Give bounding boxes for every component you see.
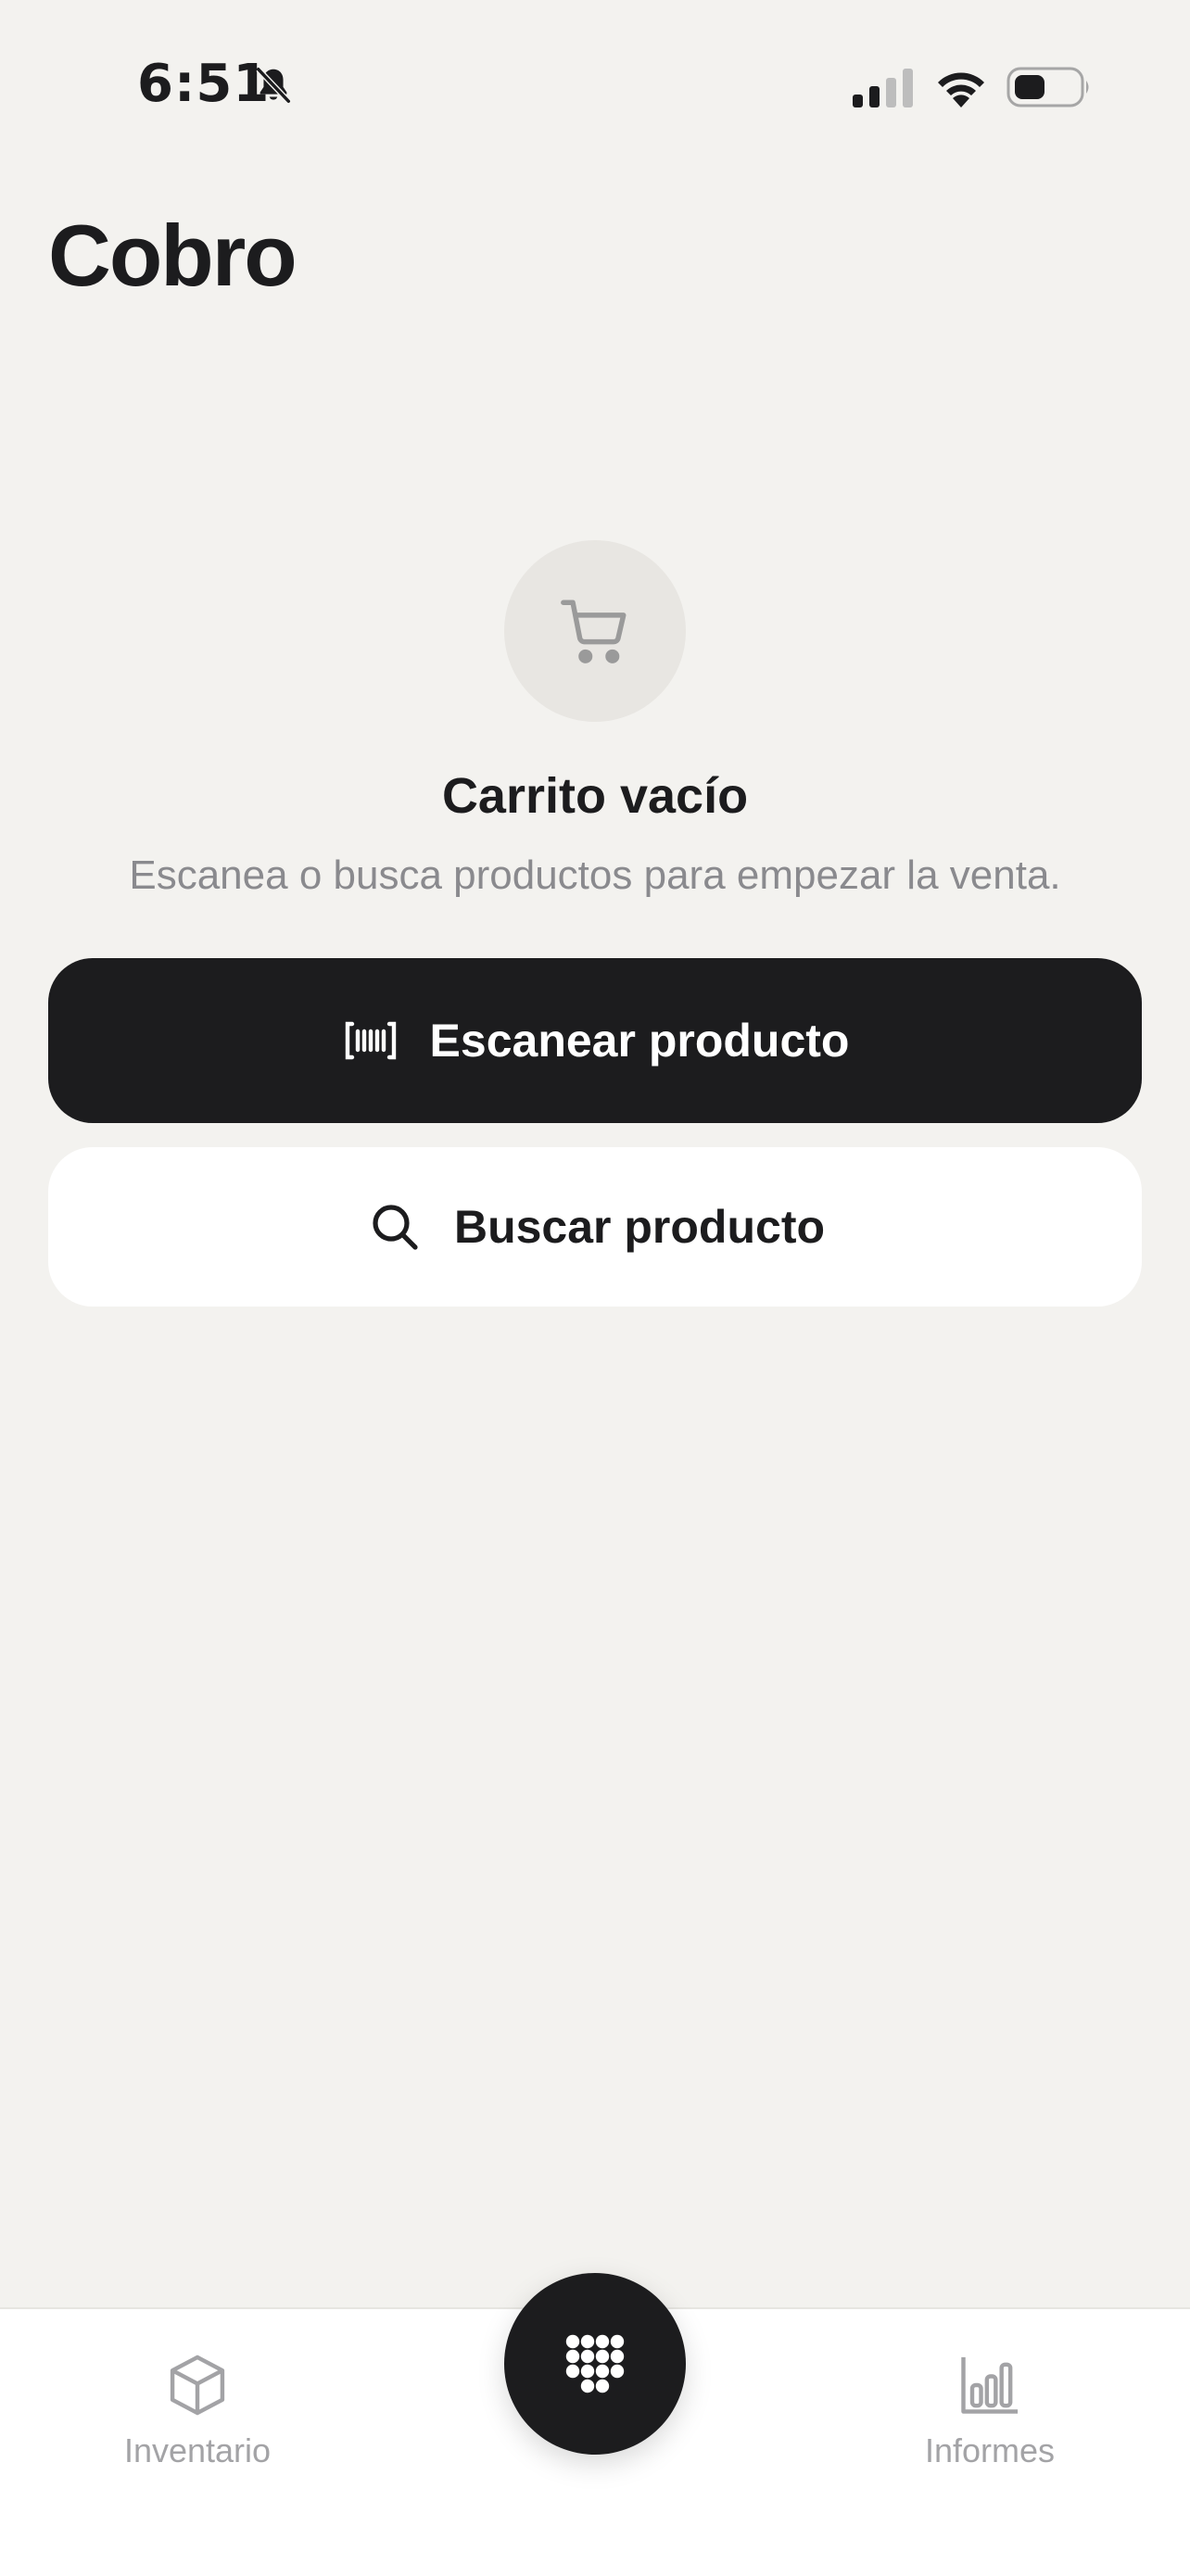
battery-icon	[1006, 67, 1089, 107]
search-product-button[interactable]: Buscar producto	[48, 1147, 1142, 1307]
barcode-icon	[341, 1011, 400, 1070]
shopping-cart-icon	[561, 600, 627, 663]
scan-product-label: Escanear producto	[429, 1015, 850, 1067]
signal-icon	[853, 69, 913, 107]
tab-inventario-label: Inventario	[123, 2431, 272, 2469]
empty-cart-title: Carrito vacío	[441, 768, 749, 824]
bar-chart-icon	[961, 2356, 1019, 2414]
tab-informes[interactable]: Informes	[869, 2350, 1110, 2470]
search-product-label: Buscar producto	[453, 1201, 826, 1253]
status-time: 6:51	[137, 54, 271, 114]
cube-icon	[170, 2355, 225, 2416]
tab-informes-label: Informes	[924, 2431, 1056, 2469]
page-title: Cobro	[48, 207, 298, 304]
keypad-icon	[565, 2334, 625, 2393]
empty-cart-badge	[504, 540, 686, 722]
search-icon	[365, 1197, 424, 1256]
status-bar: 6:51	[0, 0, 1190, 176]
keypad-button[interactable]	[504, 2273, 686, 2455]
bell-slash-icon	[256, 67, 291, 104]
empty-cart-subtitle: Escanea o busca productos para empezar l…	[129, 852, 1061, 898]
wifi-icon	[938, 72, 984, 107]
tab-inventario[interactable]: Inventario	[77, 2350, 318, 2470]
scan-product-button[interactable]: Escanear producto	[48, 958, 1142, 1123]
